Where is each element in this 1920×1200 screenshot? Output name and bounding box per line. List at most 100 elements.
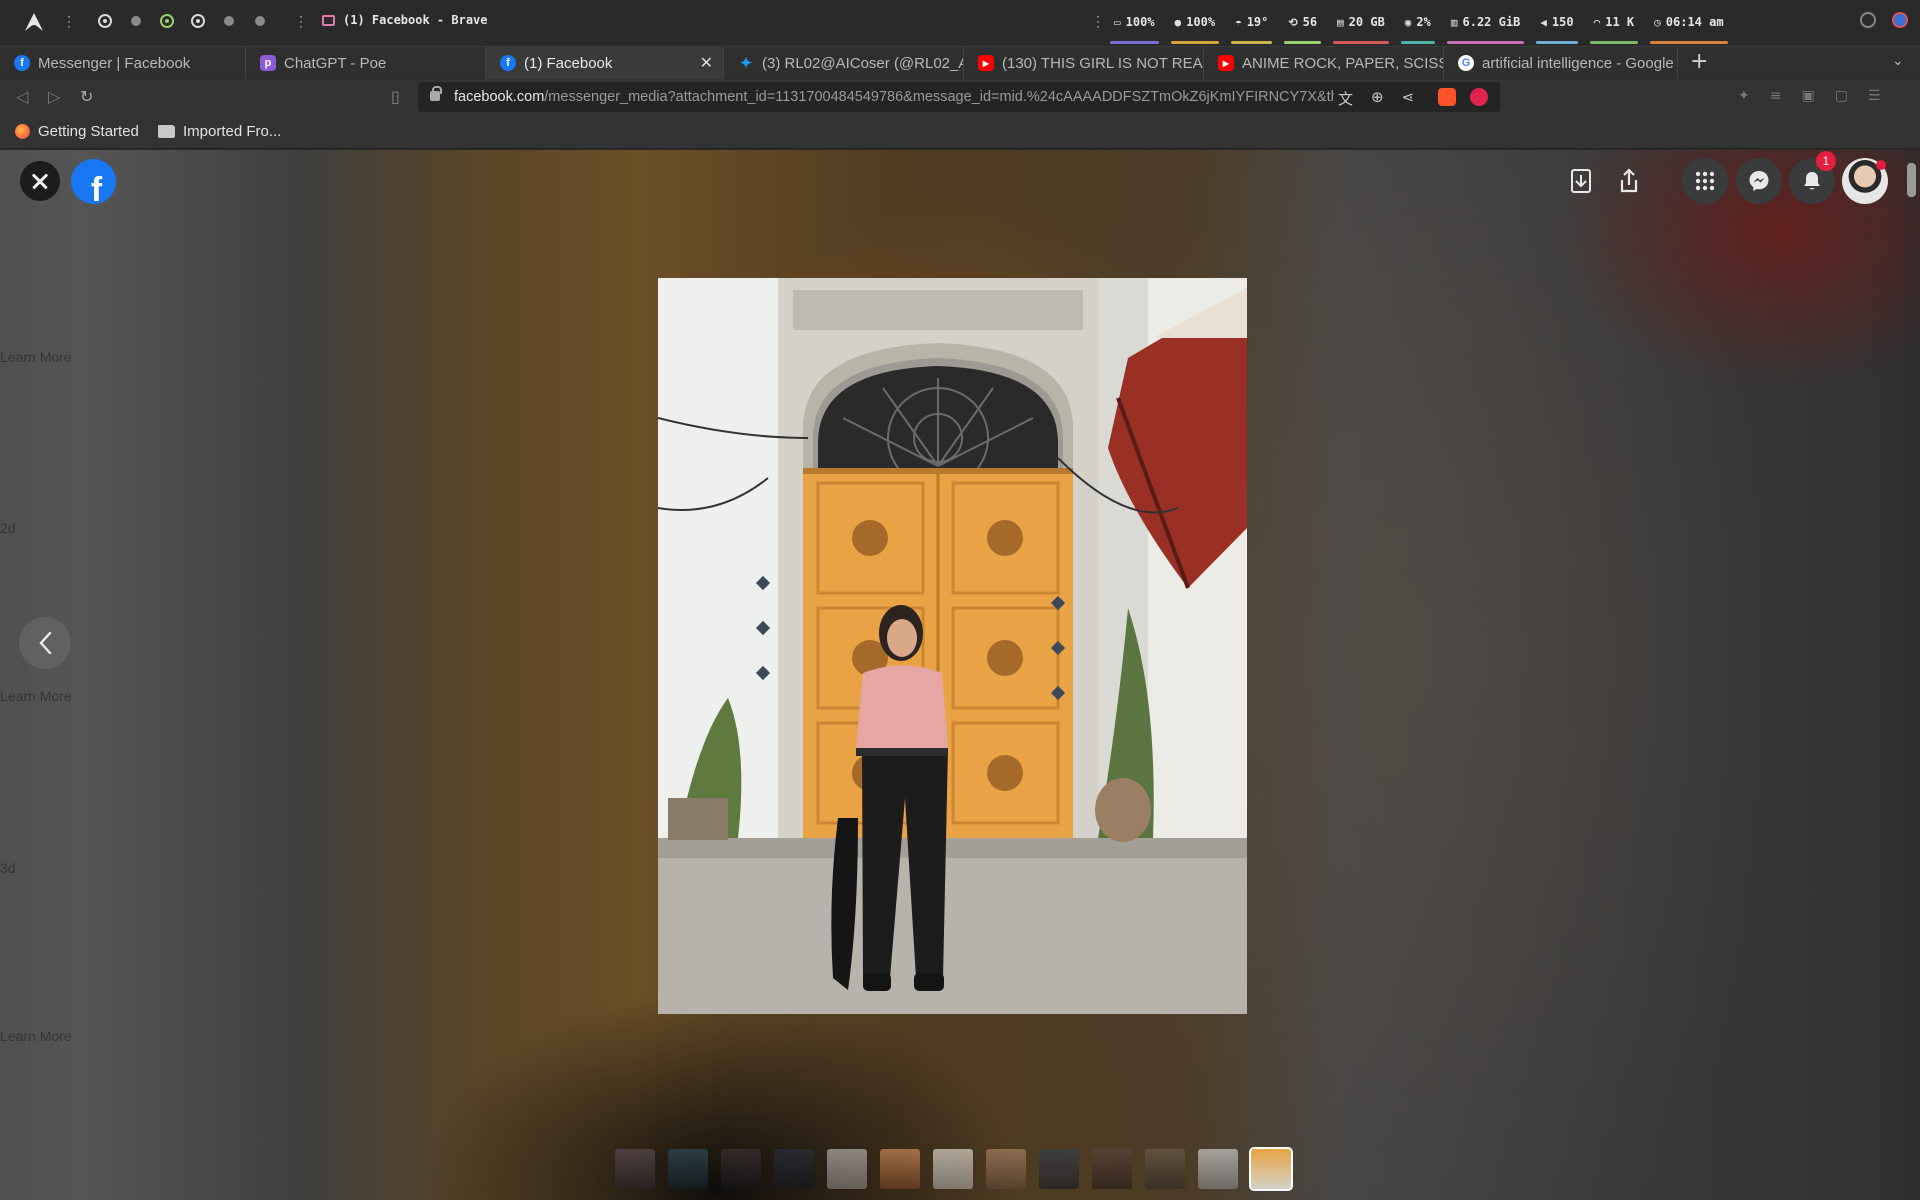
disk-stat[interactable]: ▤ 20 GB — [1327, 13, 1395, 44]
thumbnail[interactable] — [1039, 1149, 1079, 1189]
background-time-text: 2d — [0, 520, 16, 536]
back-button[interactable]: ◁ — [16, 87, 28, 106]
close-viewer-button[interactable] — [20, 161, 60, 201]
clock-stat[interactable]: ◷ 06:14 am — [1644, 13, 1733, 44]
updates-value: 56 — [1302, 15, 1318, 29]
tab-messenger[interactable]: f Messenger | Facebook — [0, 47, 246, 79]
share-icon[interactable]: ⋖ — [1402, 88, 1415, 109]
media-viewer: Learn More 2d Learn More 3d Learn More f… — [0, 150, 1920, 1200]
tab-label: ChatGPT - Poe — [284, 54, 387, 72]
workspace-menu-icon[interactable]: ⋮ — [62, 14, 76, 30]
volume-underline — [1536, 41, 1578, 44]
address-bar[interactable]: facebook.com/messenger_media?attachment_… — [418, 82, 1500, 112]
chevron-left-icon — [39, 631, 52, 655]
thumbnail[interactable] — [880, 1149, 920, 1189]
tab-google[interactable]: G artificial intelligence - Google — [1444, 47, 1678, 79]
bell-icon — [1804, 172, 1820, 190]
battery-icon: ▭ — [1114, 15, 1121, 29]
tab-label: (3) RL02@AICoser (@RL02_AI — [762, 54, 964, 72]
share-upload-icon[interactable] — [1614, 166, 1644, 196]
tab-facebook-active[interactable]: f (1) Facebook ✕ — [486, 47, 724, 79]
new-tab-button[interactable]: + — [1690, 49, 1708, 74]
bookmark-page-icon[interactable]: ▯ — [391, 87, 400, 106]
wallet-icon[interactable]: ▢ — [1835, 88, 1848, 104]
url-path: /messenger_media?attachment_id=113170048… — [544, 89, 1334, 105]
bookmark-folder-imported[interactable]: Imported Fro... — [158, 123, 281, 140]
facebook-logo-icon[interactable]: f — [71, 159, 116, 204]
weather-stat[interactable]: ☂ 19° — [1225, 13, 1278, 44]
window-icon — [322, 14, 335, 26]
translate-icon[interactable]: 文 — [1338, 88, 1353, 109]
firefox-icon — [15, 124, 30, 139]
url-text[interactable]: facebook.com/messenger_media?attachment_… — [454, 89, 1334, 105]
background-learn-more-text: Learn More — [0, 688, 72, 704]
memory-stat[interactable]: ▥ 6.22 GiB — [1441, 13, 1530, 44]
chrome-tray-icon[interactable] — [1892, 12, 1908, 28]
weather-icon: ☂ — [1235, 15, 1242, 29]
volume-stat[interactable]: ◀ 150 — [1530, 13, 1583, 44]
bookmark-getting-started[interactable]: Getting Started — [15, 123, 139, 140]
thumbnail-strip — [615, 1147, 1293, 1191]
thumbnail[interactable] — [986, 1149, 1026, 1189]
forward-button[interactable]: ▷ — [48, 87, 60, 106]
thumbnail-active[interactable] — [1249, 1147, 1293, 1191]
workspace-4-icon[interactable] — [191, 14, 205, 28]
zoom-icon[interactable]: ⊕ — [1371, 88, 1384, 109]
photo-illustration — [658, 278, 1247, 1014]
workspace-3-icon[interactable] — [160, 14, 174, 28]
tab-list-chevron-icon[interactable]: ⌄ — [1892, 53, 1904, 69]
battery-value: 100% — [1125, 15, 1155, 29]
close-tab-icon[interactable]: ✕ — [700, 53, 713, 73]
page-scrollbar[interactable] — [1904, 150, 1920, 1200]
scrollbar-thumb[interactable] — [1907, 163, 1916, 197]
tab-twitter[interactable]: ✦ (3) RL02@AICoser (@RL02_AI — [724, 47, 964, 79]
background-learn-more-text: Learn More — [0, 349, 72, 365]
workspace-5-icon[interactable] — [224, 16, 234, 26]
google-icon: G — [1458, 55, 1474, 71]
tab-label: ANIME ROCK, PAPER, SCISSO — [1242, 54, 1444, 72]
tab-youtube-1[interactable]: ▶ (130) THIS GIRL IS NOT REAL — [964, 47, 1204, 79]
sidebar-icon[interactable]: ▣ — [1801, 88, 1814, 104]
clock-underline — [1650, 41, 1728, 44]
reload-button[interactable]: ↻ — [80, 87, 93, 106]
battery-stat[interactable]: ▭ 100% — [1104, 13, 1165, 44]
extensions-icon[interactable]: ✦ — [1738, 88, 1750, 104]
workspace-1-icon[interactable] — [98, 14, 112, 28]
memory-value: 6.22 GiB — [1462, 15, 1521, 29]
brave-rewards-icon[interactable] — [1470, 88, 1488, 106]
window-title-text: (1) Facebook - Brave — [343, 13, 488, 27]
tab-poe[interactable]: p ChatGPT - Poe — [246, 47, 486, 79]
wifi-stat[interactable]: ◠ 11 K — [1584, 13, 1645, 44]
cpu-stat[interactable]: ◉ 2% — [1395, 13, 1441, 44]
brightness-stat[interactable]: ● 100% — [1165, 13, 1226, 44]
download-icon[interactable] — [1566, 166, 1596, 196]
workspace-2-icon[interactable] — [131, 16, 141, 26]
tab-label: artificial intelligence - Google — [1482, 54, 1674, 72]
thumbnail[interactable] — [1092, 1149, 1132, 1189]
tab-label: Messenger | Facebook — [38, 54, 191, 72]
messenger-button[interactable] — [1736, 158, 1782, 204]
playlist-icon[interactable]: ≡ — [1770, 88, 1782, 104]
brave-shields-icon[interactable] — [1438, 88, 1456, 106]
thumbnail[interactable] — [933, 1149, 973, 1189]
tray-menu-icon[interactable]: ⋮ — [1091, 14, 1105, 30]
thumbnail[interactable] — [668, 1149, 708, 1189]
thumbnail[interactable] — [721, 1149, 761, 1189]
thumbnail[interactable] — [827, 1149, 867, 1189]
thumbnail[interactable] — [615, 1149, 655, 1189]
updates-stat[interactable]: ⟲ 56 — [1278, 13, 1327, 44]
tab-label: (1) Facebook — [524, 54, 613, 72]
thumbnail[interactable] — [1198, 1149, 1238, 1189]
menu-icon[interactable]: ☰ — [1868, 88, 1881, 104]
whatsapp-tray-icon[interactable] — [1860, 12, 1876, 28]
window-menu-icon[interactable]: ⋮ — [294, 14, 308, 30]
lock-icon[interactable] — [430, 86, 442, 101]
workspace-6-icon[interactable] — [255, 16, 265, 26]
thumbnail[interactable] — [774, 1149, 814, 1189]
previous-photo-button[interactable] — [19, 617, 71, 669]
tab-youtube-2[interactable]: ▶ ANIME ROCK, PAPER, SCISSO — [1204, 47, 1444, 79]
arch-logo-icon[interactable] — [24, 12, 44, 32]
menu-grid-button[interactable] — [1682, 158, 1728, 204]
poe-icon: p — [260, 55, 276, 71]
thumbnail[interactable] — [1145, 1149, 1185, 1189]
